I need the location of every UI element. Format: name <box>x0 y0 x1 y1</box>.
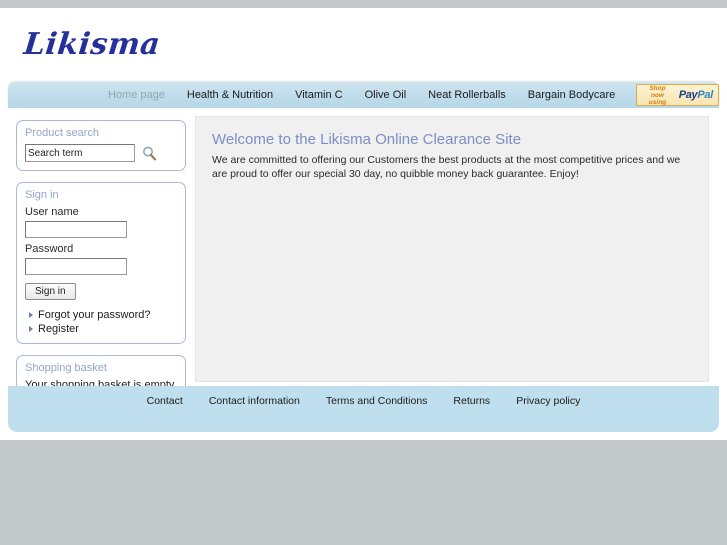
nav-item-olive-oil[interactable]: Olive Oil <box>354 82 418 108</box>
arrow-right-icon <box>29 312 33 318</box>
paypal-shopnow-text: Shop now using <box>642 85 672 106</box>
forgot-password-link[interactable]: Forgot your password? <box>29 309 177 321</box>
search-input[interactable] <box>25 144 135 162</box>
footer-link-returns[interactable]: Returns <box>440 395 503 407</box>
main-content-panel: Welcome to the Likisma Online Clearance … <box>195 116 709 382</box>
username-label: User name <box>25 206 79 218</box>
sidebar: Product search Sign in User name <box>16 120 186 423</box>
nav-item-bargain-bodycare[interactable]: Bargain Bodycare <box>517 82 626 108</box>
nav-item-health-nutrition[interactable]: Health & Nutrition <box>176 82 284 108</box>
product-search-row <box>25 144 177 162</box>
top-strip <box>0 0 727 8</box>
password-label: Password <box>25 243 74 255</box>
paypal-badge[interactable]: Shop now using PayPal <box>636 84 719 106</box>
paypal-pal-text: Pal <box>697 89 713 101</box>
body-card: Product search Sign in User name <box>8 108 719 423</box>
main-navigation: Home page Health & Nutrition Vitamin C O… <box>8 82 719 108</box>
sign-in-panel: Sign in User name Password Sign in Forgo… <box>16 182 186 344</box>
site-footer: Contact Contact information Terms and Co… <box>8 386 719 432</box>
footer-link-terms-and-conditions[interactable]: Terms and Conditions <box>313 395 441 407</box>
product-search-title: Product search <box>25 127 99 139</box>
sign-in-title: Sign in <box>25 189 59 201</box>
page-background-bottom <box>0 440 727 545</box>
footer-link-contact[interactable]: Contact <box>134 395 196 407</box>
footer-link-contact-information[interactable]: Contact information <box>196 395 313 407</box>
nav-item-list: Home page Health & Nutrition Vitamin C O… <box>97 82 719 108</box>
product-search-panel: Product search <box>16 120 186 171</box>
footer-link-list: Contact Contact information Terms and Co… <box>8 386 719 407</box>
footer-link-privacy-policy[interactable]: Privacy policy <box>503 395 593 407</box>
page-shell: Likisma Home page Health & Nutrition Vit… <box>0 0 727 440</box>
arrow-right-icon <box>29 326 33 332</box>
register-link[interactable]: Register <box>29 323 177 335</box>
page-title: Welcome to the Likisma Online Clearance … <box>212 131 522 148</box>
logo-text: Likisma <box>22 26 162 62</box>
nav-item-neat-rollerballs[interactable]: Neat Rollerballs <box>417 82 517 108</box>
shopping-basket-title: Shopping basket <box>25 362 107 374</box>
paypal-pay-text: Pay <box>678 89 698 101</box>
sign-in-button[interactable]: Sign in <box>25 283 76 300</box>
site-header: Likisma <box>0 8 727 82</box>
magnifier-icon[interactable] <box>142 146 157 161</box>
paypal-shopnow-line1: Shop now <box>649 84 666 99</box>
welcome-paragraph: We are committed to offering our Custome… <box>212 154 681 180</box>
site-logo[interactable]: Likisma <box>14 14 170 74</box>
paypal-shopnow-line2: using <box>648 98 667 106</box>
paypal-wordmark: PayPal <box>678 89 714 101</box>
register-label: Register <box>38 323 79 335</box>
nav-item-home-page[interactable]: Home page <box>97 82 176 108</box>
forgot-password-label: Forgot your password? <box>38 309 151 321</box>
nav-item-vitamin-c[interactable]: Vitamin C <box>284 82 353 108</box>
password-field[interactable] <box>25 258 127 275</box>
username-field[interactable] <box>25 221 127 238</box>
